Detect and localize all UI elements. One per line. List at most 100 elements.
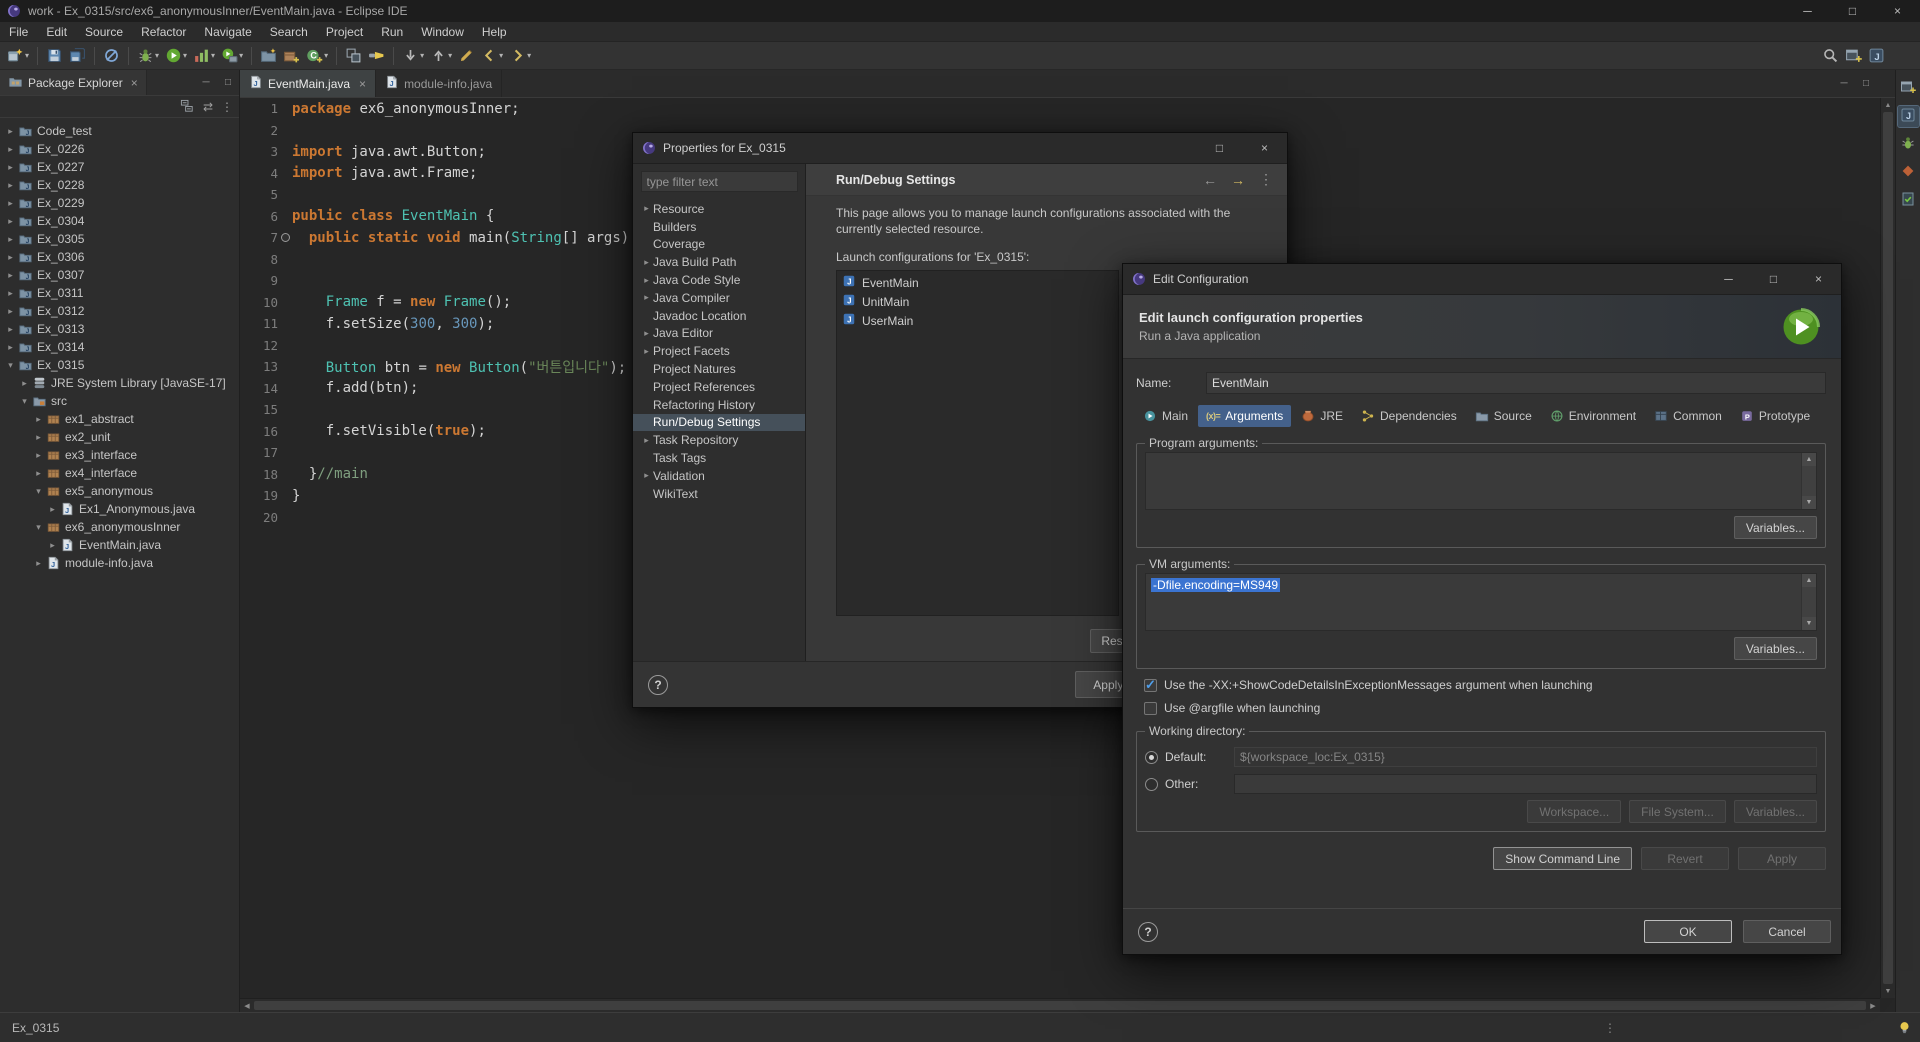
strip-junit-button[interactable] (1898, 190, 1919, 211)
properties-category[interactable]: Refactoring History (633, 396, 805, 414)
editor-horizontal-scrollbar[interactable]: ◀ ▶ (240, 998, 1880, 1012)
variables--button[interactable]: Variables... (1734, 800, 1817, 823)
properties-category[interactable]: ▸Java Code Style (633, 271, 805, 289)
java-perspective-button[interactable]: J (1865, 44, 1888, 68)
config-tab-arguments[interactable]: (x)=Arguments (1198, 405, 1291, 427)
search-button[interactable] (365, 44, 388, 68)
tree-item[interactable]: ▸JCode_test (0, 122, 239, 140)
close-icon[interactable]: × (1242, 133, 1287, 163)
scroll-right-icon[interactable]: ▶ (1866, 999, 1880, 1012)
properties-category[interactable]: Javadoc Location (633, 307, 805, 325)
open-perspective-button[interactable] (1842, 44, 1865, 68)
tab-close-icon[interactable]: × (359, 77, 366, 91)
menu-file[interactable]: File (0, 22, 37, 41)
menu-source[interactable]: Source (76, 22, 132, 41)
vm-variables-button[interactable]: Variables... (1734, 637, 1817, 660)
new-java-project-button[interactable] (257, 44, 280, 68)
scroll-down-icon[interactable]: ▼ (1881, 984, 1895, 998)
back-icon[interactable]: ← (1203, 172, 1217, 188)
maximize-icon[interactable]: □ (1197, 133, 1242, 163)
properties-category[interactable]: ▸Resource (633, 200, 805, 218)
tree-item[interactable]: ▸ex3_interface (0, 446, 239, 464)
strip-git-button[interactable] (1898, 162, 1919, 183)
properties-dialog-titlebar[interactable]: Properties for Ex_0315 □ × (633, 133, 1287, 164)
save-all-button[interactable] (66, 44, 89, 68)
run-button[interactable]: ▾ (162, 44, 190, 68)
package-explorer-tab[interactable]: Package Explorer × (0, 70, 147, 95)
forward-icon[interactable]: → (1231, 172, 1245, 188)
properties-category[interactable]: ▸Validation (633, 467, 805, 485)
menu-refactor[interactable]: Refactor (132, 22, 195, 41)
link-with-editor-icon[interactable]: ⇄ (203, 100, 213, 114)
menu-edit[interactable]: Edit (37, 22, 76, 41)
checkbox-1[interactable] (1144, 702, 1157, 715)
file-system--button[interactable]: File System... (1629, 800, 1726, 823)
edit-configuration-titlebar[interactable]: Edit Configuration ─ □ × (1123, 264, 1841, 295)
tree-item[interactable]: ▸Jmodule-info.java (0, 554, 239, 572)
scroll-down-icon[interactable]: ▼ (1802, 617, 1816, 630)
external-tools-button[interactable]: ▾ (218, 44, 246, 68)
menu-window[interactable]: Window (412, 22, 473, 41)
tree-item[interactable]: ▸JEventMain.java (0, 536, 239, 554)
scroll-up-icon[interactable]: ▲ (1881, 98, 1895, 112)
tree-item[interactable]: ▸JEx_0314 (0, 338, 239, 356)
quick-search-button[interactable] (1819, 44, 1842, 68)
revert-button[interactable]: Revert (1641, 847, 1729, 870)
tree-item[interactable]: ▾JEx_0315 (0, 356, 239, 374)
config-tab-dependencies[interactable]: Dependencies (1353, 405, 1465, 427)
properties-category[interactable]: Coverage (633, 236, 805, 254)
other-radio[interactable] (1145, 778, 1158, 791)
tree-item[interactable]: ▸JRE System Library [JavaSE-17] (0, 374, 239, 392)
menu-navigate[interactable]: Navigate (195, 22, 260, 41)
launch-configuration-item[interactable]: JUserMain (837, 311, 1118, 330)
editor-vertical-scrollbar[interactable]: ▲ ▼ (1880, 98, 1895, 998)
maximize-editor-icon[interactable]: □ (1855, 70, 1877, 97)
maximize-view-icon[interactable]: □ (217, 77, 239, 88)
tree-item[interactable]: ▸JEx_0305 (0, 230, 239, 248)
menu-help[interactable]: Help (473, 22, 516, 41)
program-arguments-input[interactable]: ▲ ▼ (1145, 452, 1817, 510)
strip-debug-button[interactable] (1898, 134, 1919, 155)
tree-item[interactable]: ▸JEx_0229 (0, 194, 239, 212)
close-icon[interactable]: × (1796, 264, 1841, 294)
tree-item[interactable]: ▸ex2_unit (0, 428, 239, 446)
tree-item[interactable]: ▸JEx_0304 (0, 212, 239, 230)
coverage-button[interactable]: ▾ (190, 44, 218, 68)
tree-item[interactable]: ▸JEx_0307 (0, 266, 239, 284)
minimize-view-icon[interactable]: ─ (195, 77, 217, 88)
new-class-button[interactable]: C▾ (303, 44, 331, 68)
maximize-icon[interactable]: □ (1830, 0, 1875, 22)
code-line[interactable]: 1package ex6_anonymousInner; (240, 98, 1880, 120)
editor-tab-module-info-java[interactable]: Jmodule-info.java (376, 70, 502, 97)
workspace--button[interactable]: Workspace... (1527, 800, 1621, 823)
help-icon[interactable]: ? (1138, 922, 1158, 942)
minimize-icon[interactable]: ─ (1706, 264, 1751, 294)
back-button[interactable]: ▾ (478, 44, 506, 68)
collapse-all-icon[interactable] (180, 99, 195, 114)
apply-button[interactable]: Apply (1738, 847, 1826, 870)
scroll-down-icon[interactable]: ▼ (1802, 496, 1816, 509)
new-package-button[interactable] (280, 44, 303, 68)
launch-configuration-item[interactable]: JUnitMain (837, 292, 1118, 311)
vm-arguments-input[interactable]: -Dfile.encoding=MS949 ▲ ▼ (1145, 573, 1817, 631)
show-command-line-button[interactable]: Show Command Line (1493, 847, 1632, 870)
default-radio[interactable] (1145, 751, 1158, 764)
tree-item[interactable]: ▾src (0, 392, 239, 410)
lightbulb-icon[interactable] (1897, 1020, 1912, 1035)
tree-item[interactable]: ▾ex5_anonymous (0, 482, 239, 500)
tree-item[interactable]: ▸JEx_0226 (0, 140, 239, 158)
previous-annotation-button[interactable]: ▾ (427, 44, 455, 68)
scroll-up-icon[interactable]: ▲ (1802, 453, 1816, 466)
open-perspective-button[interactable] (1898, 78, 1919, 99)
scroll-left-icon[interactable]: ◀ (240, 999, 254, 1012)
last-edit-location-button[interactable] (455, 44, 478, 68)
name-input[interactable] (1206, 372, 1826, 394)
properties-category[interactable]: Task Tags (633, 449, 805, 467)
new-wizard-button[interactable]: ▾ (4, 44, 32, 68)
config-tab-source[interactable]: Source (1467, 405, 1540, 427)
properties-category[interactable]: Builders (633, 218, 805, 236)
config-tab-environment[interactable]: Environment (1542, 405, 1644, 427)
scroll-up-icon[interactable]: ▲ (1802, 574, 1816, 587)
close-icon[interactable]: × (1875, 0, 1920, 22)
tree-item[interactable]: ▸JEx_0313 (0, 320, 239, 338)
